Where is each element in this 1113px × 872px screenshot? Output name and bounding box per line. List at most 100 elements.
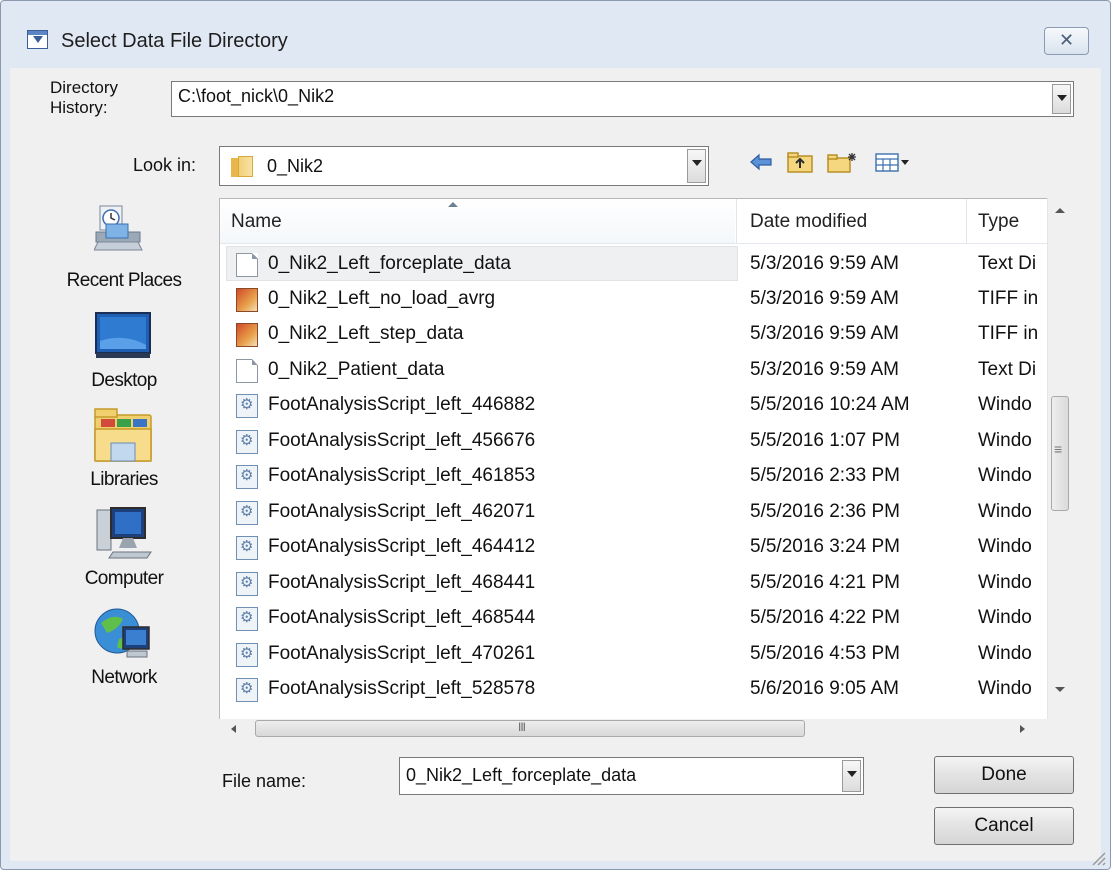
file-name-dropdown-button[interactable] xyxy=(842,760,861,792)
look-in-value: 0_Nik2 xyxy=(267,156,324,176)
file-row[interactable]: 0_Nik2_Left_forceplate_data 5/3/2016 9:59… xyxy=(226,246,1036,281)
directory-history-combo[interactable]: C:\foot_nick\0_Nik2 xyxy=(171,81,1074,117)
file-date-cell: 5/5/2016 10:24 AM xyxy=(750,394,910,415)
resize-grip-icon[interactable] xyxy=(1087,847,1107,867)
cancel-button[interactable]: Cancel xyxy=(934,807,1074,845)
file-type-cell: Windo xyxy=(978,678,1032,699)
place-computer[interactable]: Computer xyxy=(54,568,194,590)
file-row[interactable]: 0_Nik2_Patient_data 5/3/2016 9:59 AM Text … xyxy=(220,353,1050,388)
scroll-down-icon[interactable] xyxy=(1054,686,1066,694)
vertical-scrollbar[interactable]: ≡ xyxy=(1047,198,1072,719)
scroll-left-icon[interactable] xyxy=(229,724,237,734)
file-type-cell: Windo xyxy=(978,642,1032,664)
column-header-type-label: Type xyxy=(978,211,1020,232)
file-date-cell: 5/3/2016 9:59 AM xyxy=(750,323,899,344)
image-file-icon xyxy=(236,323,258,347)
file-name-cell: 0_Nik2_Left_step_data xyxy=(268,323,464,344)
place-desktop[interactable]: Desktop xyxy=(54,370,194,392)
horizontal-scroll-thumb[interactable]: III xyxy=(255,720,805,737)
file-name-cell: FootAnalysisScript_left_468544 xyxy=(268,607,536,628)
file-row[interactable]: FootAnalysisScript_left_446882 5/5/2016 1… xyxy=(220,388,1050,423)
file-row[interactable]: 0_Nik2_Left_no_load_avrg 5/3/2016 9:59 AM… xyxy=(220,282,1050,317)
file-row[interactable]: FootAnalysisScript_left_461853 5/5/2016 2… xyxy=(220,459,1050,494)
file-type-cell: Windo xyxy=(978,536,1032,557)
recent-places-icon[interactable] xyxy=(94,204,146,252)
file-row[interactable]: FootAnalysisScript_left_468441 5/5/2016 4… xyxy=(220,566,1050,601)
file-type-cell: Text Di xyxy=(978,253,1037,274)
file-name-label: File name: xyxy=(222,771,307,791)
look-in-label: Look in: xyxy=(133,155,197,175)
script-file-icon xyxy=(236,465,258,489)
file-name-cell: FootAnalysisScript_left_528578 xyxy=(268,678,536,699)
text-file-icon xyxy=(236,358,258,383)
file-name-cell: FootAnalysisScript_left_462071 xyxy=(268,500,536,522)
look-in-combo[interactable]: 0_Nik2 xyxy=(219,146,709,186)
file-date-cell: 5/5/2016 3:24 PM xyxy=(750,536,900,557)
file-name-cell: 0_Nik2_Left_forceplate_data xyxy=(268,253,511,274)
file-type-cell: TIFF in xyxy=(978,287,1039,309)
file-row[interactable]: FootAnalysisScript_left_470261 5/5/2016 4… xyxy=(220,637,1050,672)
computer-icon[interactable] xyxy=(93,506,153,560)
window-title: Select Data File Directory xyxy=(61,30,288,52)
directory-history-value: C:\foot_nick\0_Nik2 xyxy=(178,86,335,106)
file-row[interactable]: FootAnalysisScript_left_468544 5/5/2016 4… xyxy=(220,601,1050,636)
up-folder-icon[interactable] xyxy=(786,151,814,173)
script-file-icon xyxy=(236,536,258,560)
file-type-cell: Windo xyxy=(978,500,1032,522)
place-network[interactable]: Network xyxy=(54,667,194,689)
file-date-cell: 5/3/2016 9:59 AM xyxy=(750,358,899,380)
column-header-date[interactable]: Date modified xyxy=(737,199,966,243)
directory-history-dropdown-button[interactable] xyxy=(1052,84,1071,114)
file-date-cell: 5/5/2016 4:53 PM xyxy=(750,642,900,664)
column-header-name-label: Name xyxy=(231,211,282,232)
desktop-icon[interactable] xyxy=(94,311,152,359)
script-file-icon xyxy=(236,607,258,631)
scroll-up-icon[interactable] xyxy=(1054,206,1066,214)
place-libraries[interactable]: Libraries xyxy=(54,469,194,491)
scroll-right-icon[interactable] xyxy=(1019,724,1027,734)
file-name-cell: FootAnalysisScript_left_468441 xyxy=(268,571,536,593)
file-type-cell: Text Di xyxy=(978,358,1037,380)
new-folder-icon[interactable] xyxy=(826,151,860,173)
folder-icon xyxy=(231,156,253,177)
look-in-dropdown-button[interactable] xyxy=(687,149,706,183)
file-name-cell: FootAnalysisScript_left_464412 xyxy=(268,536,536,557)
title-bar[interactable]: Select Data File Directory ✕ xyxy=(1,1,1110,55)
sort-ascending-icon xyxy=(448,202,458,207)
horizontal-scrollbar[interactable]: III xyxy=(219,719,1072,738)
file-date-cell: 5/5/2016 4:21 PM xyxy=(750,571,900,593)
scroll-grip-icon: III xyxy=(518,720,526,734)
app-icon xyxy=(27,30,48,49)
file-type-cell: Windo xyxy=(978,429,1032,451)
libraries-icon[interactable] xyxy=(93,407,153,463)
file-type-cell: Windo xyxy=(978,394,1032,415)
text-file-icon xyxy=(236,253,258,277)
file-row[interactable]: FootAnalysisScript_left_464412 5/5/2016 3… xyxy=(220,530,1050,565)
place-recent-places[interactable]: Recent Places xyxy=(54,270,194,292)
file-name-cell: FootAnalysisScript_left_456676 xyxy=(268,429,536,451)
file-date-cell: 5/3/2016 9:59 AM xyxy=(750,253,899,274)
back-arrow-icon[interactable] xyxy=(748,151,774,173)
file-list[interactable]: Name Date modified Type 0_Nik2_Left_forc… xyxy=(219,198,1072,738)
done-button[interactable]: Done xyxy=(934,756,1074,794)
vertical-scroll-thumb[interactable]: ≡ xyxy=(1051,396,1069,511)
script-file-icon xyxy=(236,678,258,702)
file-name-combo[interactable]: 0_Nik2_Left_forceplate_data xyxy=(399,757,864,795)
column-header-type[interactable]: Type xyxy=(967,199,1047,243)
file-row[interactable]: FootAnalysisScript_left_462071 5/5/2016 2… xyxy=(220,495,1050,530)
file-row[interactable]: 0_Nik2_Left_step_data 5/3/2016 9:59 AM TIF… xyxy=(220,317,1050,352)
file-row[interactable]: FootAnalysisScript_left_456676 5/5/2016 1… xyxy=(220,424,1050,459)
file-date-cell: 5/5/2016 2:36 PM xyxy=(750,500,900,522)
script-file-icon xyxy=(236,571,258,596)
view-menu-icon[interactable] xyxy=(874,151,910,173)
directory-history-label-line2: History: xyxy=(50,98,108,117)
file-date-cell: 5/6/2016 9:05 AM xyxy=(750,678,899,699)
close-button[interactable]: ✕ xyxy=(1044,27,1089,55)
file-date-cell: 5/5/2016 2:33 PM xyxy=(750,465,900,486)
column-header-name[interactable]: Name xyxy=(220,199,735,243)
file-name-cell: FootAnalysisScript_left_446882 xyxy=(268,394,536,415)
network-icon[interactable] xyxy=(93,605,153,661)
file-name-cell: FootAnalysisScript_left_470261 xyxy=(268,642,536,664)
file-row[interactable]: FootAnalysisScript_left_528578 5/6/2016 9… xyxy=(220,672,1050,707)
file-type-cell: Windo xyxy=(978,571,1032,593)
